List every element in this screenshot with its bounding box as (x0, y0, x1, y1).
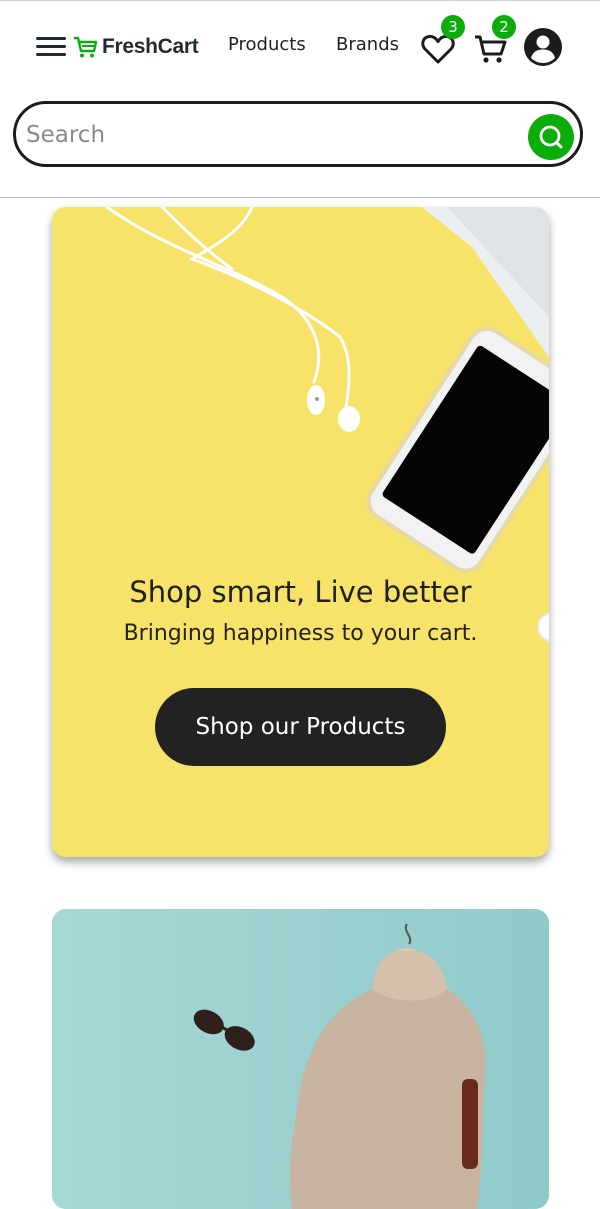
account-button[interactable] (523, 27, 563, 67)
site-header: FreshCart Products Brands 3 2 (0, 1, 600, 198)
hero-banner: Shop smart, Live better Bringing happine… (52, 207, 549, 857)
nav-brands-link[interactable]: Brands (336, 34, 399, 55)
search-input[interactable] (24, 114, 518, 156)
hero-subline: Bringing happiness to your cart. (123, 621, 478, 646)
user-icon (524, 28, 562, 66)
promo-image (52, 909, 549, 1209)
brand-name: FreshCart (102, 35, 199, 58)
wishlist-button[interactable]: 3 (420, 15, 465, 69)
cart-count-badge: 2 (492, 15, 516, 39)
nav-products-link[interactable]: Products (228, 34, 306, 55)
cart-icon (74, 36, 98, 58)
cart-button[interactable]: 2 (473, 15, 516, 69)
wishlist-count-badge: 3 (441, 15, 465, 39)
brand-logo[interactable]: FreshCart (72, 31, 199, 63)
hamburger-icon[interactable] (36, 35, 68, 59)
shop-products-button[interactable]: Shop our Products (155, 688, 446, 766)
search-button[interactable] (528, 114, 574, 160)
search-bar (13, 101, 583, 167)
hero-headline: Shop smart, Live better (129, 575, 472, 609)
search-icon (539, 125, 563, 149)
promo-banner (52, 909, 549, 1209)
